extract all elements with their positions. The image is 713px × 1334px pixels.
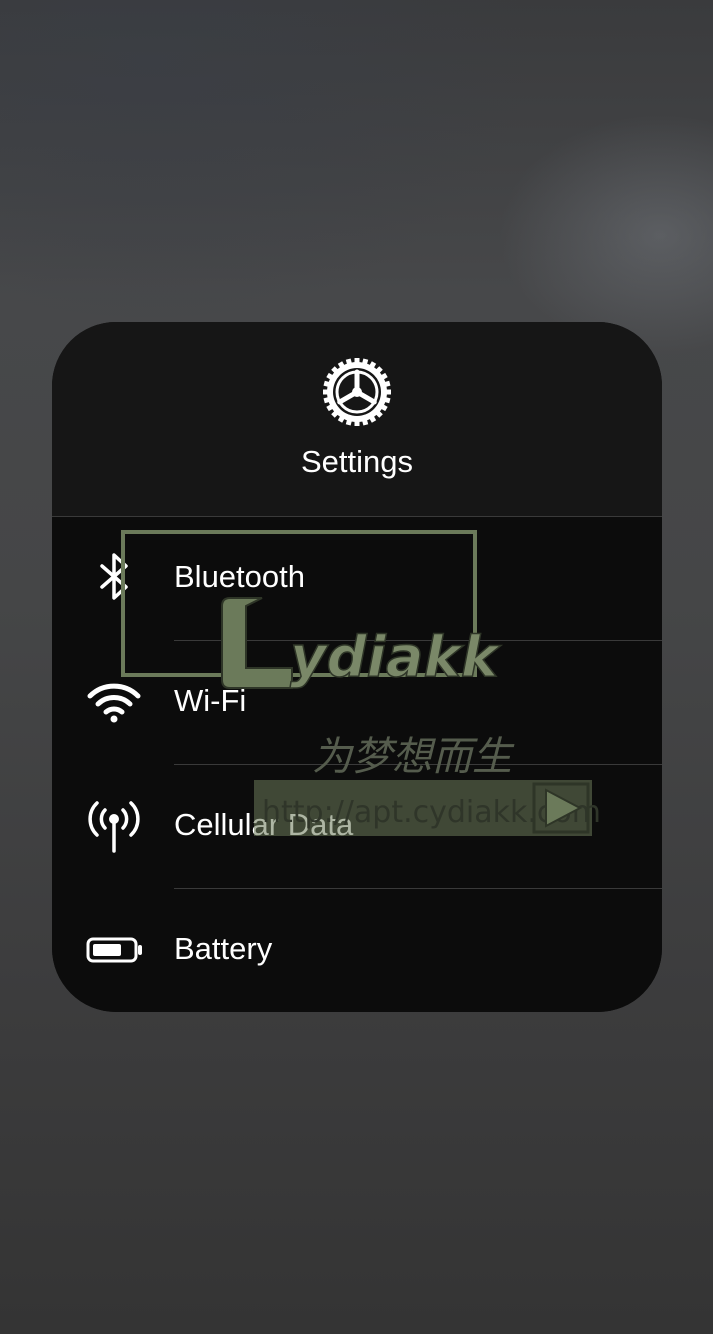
row-label: Battery (174, 931, 273, 966)
wifi-icon (87, 683, 141, 723)
row-battery[interactable]: Battery (52, 889, 662, 1012)
row-label: Wi-Fi (174, 683, 247, 718)
page-title: Settings (300, 444, 413, 479)
bluetooth-icon (100, 553, 128, 600)
gear-icon (323, 358, 391, 426)
row-cellular-data[interactable]: Cellular Data (52, 765, 662, 889)
row-label: Bluetooth (174, 559, 305, 594)
settings-quick-action-menu: Settings Bluetooth Wi-Fi Cellular Data B… (52, 322, 662, 1012)
cellular-antenna-icon (88, 801, 140, 853)
settings-header[interactable]: Settings (52, 322, 662, 517)
battery-icon (86, 937, 142, 963)
row-wifi[interactable]: Wi-Fi (52, 641, 662, 765)
row-label: Cellular Data (174, 807, 354, 842)
row-bluetooth[interactable]: Bluetooth (52, 517, 662, 641)
